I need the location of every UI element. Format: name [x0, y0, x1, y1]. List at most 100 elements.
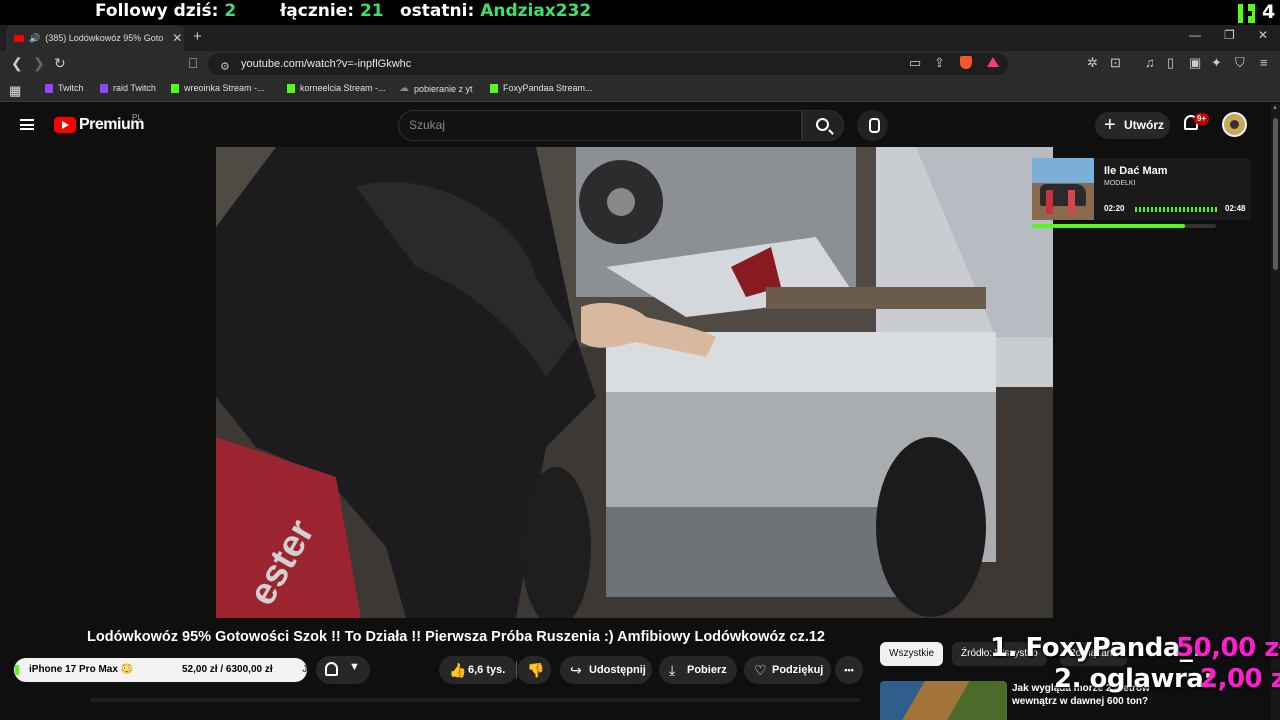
leo-ai-icon[interactable]: ✦: [1211, 55, 1222, 71]
create-label: Utwórz: [1124, 118, 1164, 132]
apps-grid-icon[interactable]: ▦: [9, 83, 21, 99]
description-box[interactable]: [90, 698, 860, 702]
maximize-icon[interactable]: ❐: [1224, 28, 1235, 42]
cast-icon[interactable]: ▭: [909, 55, 921, 71]
youtube-logo-icon[interactable]: [54, 117, 76, 133]
back-icon[interactable]: ❮: [11, 55, 23, 72]
bookmark-pobieranie[interactable]: ☁ pobieranie z yt: [399, 83, 473, 94]
kick-icon: [287, 83, 295, 93]
now-playing-widget: Ile Dać Mam MODELKI 02:20 02:48: [1032, 158, 1251, 220]
screenshot-icon[interactable]: ⊡: [1110, 55, 1121, 71]
brave-rewards-icon[interactable]: [987, 57, 999, 67]
subscription-notification-button[interactable]: ▼: [316, 656, 370, 684]
album-art: [1032, 158, 1094, 220]
avatar[interactable]: [1222, 112, 1247, 137]
song-elapsed: 02:20: [1104, 204, 1125, 213]
song-duration: 02:48: [1225, 204, 1246, 213]
song-artist: MODELKI: [1104, 180, 1136, 187]
cloud-icon: ☁: [399, 83, 409, 94]
chevron-down-icon: ▼: [349, 661, 360, 673]
bookmark-label: pobieranie z yt: [414, 83, 473, 94]
bookmark-label: FoxyPandaa Stream...: [503, 83, 593, 93]
screen: Followy dziś: 2 łącznie: 21 ostatni: And…: [0, 0, 1280, 720]
person-shape: [1068, 190, 1075, 214]
more-actions-button[interactable]: •••: [835, 656, 863, 684]
browser-tab-bar: 🔊 (385) Lodówkowóz 95% Gotowości ✕ + — ❐…: [0, 25, 1280, 51]
kick-viewer-count: 4: [1262, 1, 1276, 23]
download-label: Pobierz: [687, 664, 727, 676]
twitch-icon: [45, 83, 53, 93]
wallet-icon[interactable]: ▣: [1189, 55, 1201, 71]
search-button[interactable]: [802, 110, 844, 141]
address-bar-row: ❮ ❯ ↻ ⎕ ⚙ youtube.com/watch?v=-inpflGkwh…: [0, 51, 1280, 77]
video-player[interactable]: ester: [216, 147, 1053, 618]
menu-icon[interactable]: ≡: [1260, 55, 1268, 70]
song-progress-fill: [1032, 224, 1186, 228]
goal-amount: 52,00 zł / 6300,00 zł: [182, 664, 273, 675]
twitch-icon: [100, 83, 108, 93]
thanks-icon: ♡: [754, 662, 767, 678]
donation-amount: 2,00 zł: [1200, 664, 1280, 694]
donor-name: 1. FoxyPanda_:: [990, 633, 1203, 663]
hamburger-menu-icon[interactable]: [20, 119, 34, 130]
like-button[interactable]: 👍 6,6 tys.: [439, 656, 517, 684]
search-input[interactable]: Szukaj: [398, 110, 802, 141]
follows-today-label: Followy dziś:: [95, 1, 219, 21]
site-info-icon[interactable]: ⚙: [220, 56, 230, 78]
goal-name-text: iPhone 17 Pro Max: [29, 664, 118, 675]
bookmark-wreoinka[interactable]: wreoinka Stream -...: [171, 83, 265, 93]
youtube-header: Premium PL Szukaj + Utwórz 9+: [0, 103, 1280, 147]
bookmark-korneelcia[interactable]: korneelcia Stream -...: [287, 83, 386, 93]
last-follower: ostatni: Andziax232: [400, 1, 591, 21]
share-label: Udostępnij: [589, 664, 646, 676]
media-icon[interactable]: ♫: [1145, 55, 1155, 70]
kick-logo-icon: [1238, 4, 1255, 23]
sidebar-icon[interactable]: ▯: [1167, 55, 1174, 71]
goal-progress-marker: [15, 665, 19, 675]
share-button[interactable]: ↪ Udostępnij: [560, 656, 652, 684]
extensions-icon[interactable]: ✲: [1087, 55, 1098, 71]
download-button[interactable]: ⤓ Pobierz: [659, 656, 737, 684]
donation-entry: 1. FoxyPanda_: 50,00 zł: [990, 633, 1280, 663]
share-icon: ↪: [570, 662, 582, 678]
bookmark-label: korneelcia Stream -...: [300, 83, 386, 93]
video-frame: ester: [216, 147, 1053, 618]
thanks-button[interactable]: ♡ Podziękuj: [744, 656, 831, 684]
download-icon: ⤓: [669, 662, 676, 678]
bookmark-label: raid Twitch: [113, 83, 156, 93]
close-window-icon[interactable]: ✕: [1258, 28, 1268, 42]
search-placeholder: Szukaj: [409, 118, 446, 132]
voice-search-icon[interactable]: [857, 110, 888, 141]
bookmark-foxypandaa[interactable]: FoxyPandaa Stream...: [490, 83, 593, 93]
bookmark-icon[interactable]: ⎕: [189, 55, 197, 72]
create-button[interactable]: + Utwórz: [1095, 112, 1170, 139]
dislike-button[interactable]: 👎: [517, 656, 551, 684]
new-tab-icon[interactable]: +: [193, 28, 202, 45]
speaker-icon[interactable]: 🔊: [29, 33, 40, 44]
scrollbar-thumb[interactable]: [1273, 118, 1278, 270]
follows-total-value: 21: [359, 1, 384, 21]
reload-icon[interactable]: ↻: [54, 55, 66, 72]
scroll-up-icon[interactable]: ▲: [1272, 105, 1278, 111]
chip-all[interactable]: Wszystkie: [880, 642, 943, 666]
url-field[interactable]: ⚙ youtube.com/watch?v=-inpflGkwhc: [208, 53, 1008, 75]
bookmark-label: wreoinka Stream -...: [184, 83, 265, 93]
kick-icon: [490, 83, 498, 93]
vpn-icon[interactable]: ⛉: [1235, 55, 1245, 71]
donor-name: 2. oglawra:: [1054, 664, 1214, 694]
bookmark-twitch[interactable]: Twitch: [45, 83, 84, 93]
close-tab-icon[interactable]: ✕: [172, 31, 182, 45]
browser-tab[interactable]: 🔊 (385) Lodówkowóz 95% Gotowości ✕: [6, 25, 184, 51]
minimize-icon[interactable]: —: [1189, 28, 1201, 42]
follows-total-label: łącznie:: [280, 1, 355, 21]
last-follower-label: ostatni:: [400, 1, 475, 21]
more-icon: •••: [844, 665, 854, 675]
recommended-video-thumbnail[interactable]: [880, 681, 1007, 720]
brave-shield-icon[interactable]: [960, 56, 972, 69]
bell-icon: [325, 662, 338, 676]
forward-icon[interactable]: ❯: [33, 55, 45, 72]
bookmarks-bar: ▦ Twitch raid Twitch wreoinka Stream -..…: [0, 77, 1280, 102]
thanks-label: Podziękuj: [772, 664, 824, 676]
share-page-icon[interactable]: ⇪: [934, 55, 945, 71]
bookmark-raid-twitch[interactable]: raid Twitch: [100, 83, 156, 93]
